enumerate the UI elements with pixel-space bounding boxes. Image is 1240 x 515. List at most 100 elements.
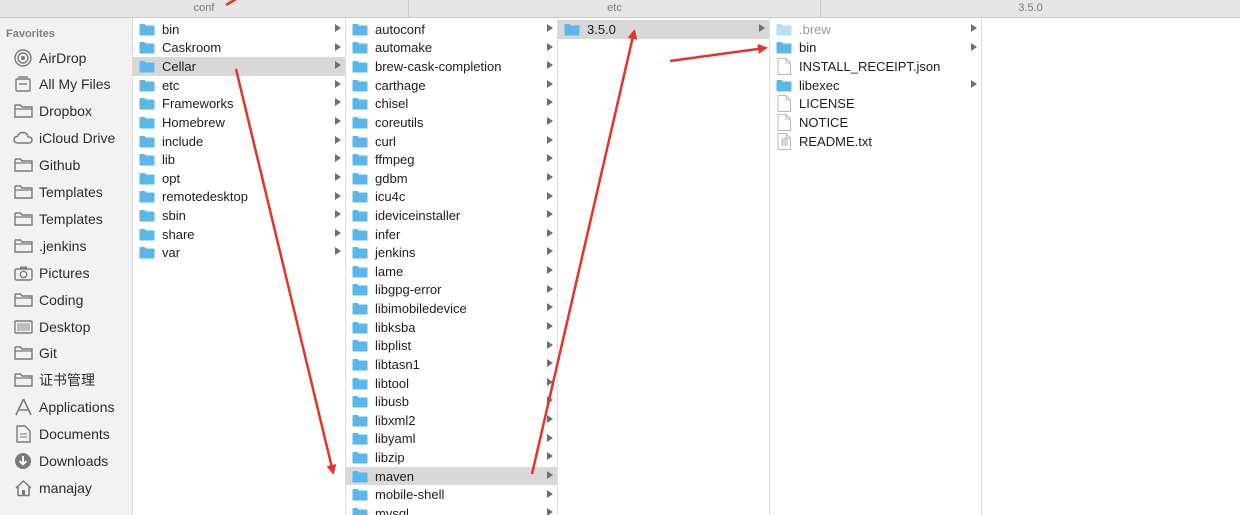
folder-row[interactable]: maven bbox=[346, 466, 557, 486]
folder-row[interactable]: carthage bbox=[346, 76, 557, 95]
chevron-right-icon bbox=[759, 24, 765, 32]
folder-row[interactable]: Caskroom bbox=[133, 39, 345, 58]
file-row[interactable]: README.txt bbox=[770, 132, 981, 151]
folder-row[interactable]: autoconf bbox=[346, 20, 557, 39]
folder-row[interactable]: icu4c bbox=[346, 188, 557, 207]
item-name: libksba bbox=[375, 319, 416, 335]
folder-row[interactable]: 3.5.0 bbox=[558, 20, 769, 39]
folder-icon bbox=[346, 228, 375, 241]
column-maven[interactable]: 3.5.0 bbox=[558, 18, 770, 515]
chevron-right-icon bbox=[547, 266, 553, 275]
sidebar-item-git[interactable]: Git bbox=[0, 340, 133, 367]
file-row[interactable]: INSTALL_RECEIPT.json bbox=[770, 57, 981, 76]
folder-row[interactable]: bin bbox=[133, 20, 345, 39]
folder-row[interactable]: mobile-shell bbox=[346, 486, 557, 505]
item-name: LICENSE bbox=[799, 96, 855, 112]
sidebar-item-applications[interactable]: Applications bbox=[0, 394, 133, 421]
tab-etc[interactable]: etc bbox=[409, 0, 821, 18]
folder-row[interactable]: libexec bbox=[770, 76, 981, 95]
tab-conf[interactable]: conf bbox=[0, 0, 409, 18]
folder-row[interactable]: lame bbox=[346, 262, 557, 281]
sidebar-item-dropbox[interactable]: Dropbox bbox=[0, 98, 133, 125]
folder-icon bbox=[558, 23, 587, 36]
folder-row[interactable]: ffmpeg bbox=[346, 150, 557, 169]
sidebar-item-coding[interactable]: Coding bbox=[0, 286, 133, 313]
folder-row[interactable]: libxml2 bbox=[346, 411, 557, 430]
item-name: carthage bbox=[375, 77, 426, 93]
sidebar-item-label: 证书管理 bbox=[39, 372, 95, 389]
sidebar-item-label: Desktop bbox=[39, 318, 91, 335]
folder-row[interactable]: brew-cask-completion bbox=[346, 57, 557, 76]
file-row[interactable]: LICENSE bbox=[770, 94, 981, 113]
sidebar-item-all-my-files[interactable]: All My Files bbox=[0, 71, 133, 98]
folder-icon bbox=[133, 172, 162, 185]
folder-row[interactable]: mysql bbox=[346, 504, 557, 515]
folder-row[interactable]: infer bbox=[346, 225, 557, 244]
sidebar-item-documents[interactable]: Documents bbox=[0, 421, 133, 448]
folder-row[interactable]: libtool bbox=[346, 374, 557, 393]
folder-icon bbox=[133, 41, 162, 54]
folder-row[interactable]: include bbox=[133, 132, 345, 151]
sidebar-item-downloads[interactable]: Downloads bbox=[0, 448, 133, 475]
folder-row[interactable]: remotedesktop bbox=[133, 188, 345, 207]
folder-row[interactable]: jenkins bbox=[346, 243, 557, 262]
folder-row[interactable]: libusb bbox=[346, 392, 557, 411]
folder-row[interactable]: opt bbox=[133, 169, 345, 188]
folder-icon bbox=[346, 209, 375, 222]
folder-row[interactable]: ideviceinstaller bbox=[346, 206, 557, 225]
folder-row[interactable]: coreutils bbox=[346, 113, 557, 132]
folder-row[interactable]: Cellar bbox=[133, 57, 345, 76]
folder-row[interactable]: curl bbox=[346, 132, 557, 151]
folder-row[interactable]: libyaml bbox=[346, 430, 557, 449]
folder-icon bbox=[346, 470, 375, 483]
sidebar-item-[interactable]: 证书管理 bbox=[0, 367, 133, 394]
file-row[interactable]: NOTICE bbox=[770, 113, 981, 132]
sidebar-item-jenkins[interactable]: .jenkins bbox=[0, 232, 133, 259]
column-cellar[interactable]: autoconf automake brew-cask-completion cart… bbox=[346, 18, 558, 515]
folder-row[interactable]: libzip bbox=[346, 448, 557, 467]
folder-row[interactable]: bin bbox=[770, 39, 981, 58]
folder-row[interactable]: sbin bbox=[133, 206, 345, 225]
folder-icon bbox=[346, 135, 375, 148]
folder-icon bbox=[13, 155, 33, 175]
column-3-5-0[interactable]: .brew bin INSTALL_RECEIPT.json libexec LICEN… bbox=[770, 18, 982, 515]
sidebar-item-label: Documents bbox=[39, 426, 110, 443]
folder-row[interactable]: share bbox=[133, 225, 345, 244]
sidebar-item-manajay[interactable]: manajay bbox=[0, 474, 133, 501]
chevron-right-icon bbox=[547, 377, 553, 386]
folder-row[interactable]: var bbox=[133, 243, 345, 262]
folder-row[interactable]: automake bbox=[346, 39, 557, 58]
item-name: gdbm bbox=[375, 170, 408, 186]
sidebar-item-pictures[interactable]: Pictures bbox=[0, 259, 133, 286]
sidebar-item-icloud-drive[interactable]: iCloud Drive bbox=[0, 125, 133, 152]
folder-row[interactable]: Frameworks bbox=[133, 94, 345, 113]
folder-row[interactable]: libtasn1 bbox=[346, 355, 557, 374]
sidebar-item-templates[interactable]: Templates bbox=[0, 179, 133, 206]
folder-row[interactable]: Homebrew bbox=[133, 113, 345, 132]
chevron-right-icon bbox=[547, 489, 553, 498]
item-name: automake bbox=[375, 40, 433, 56]
folder-row[interactable]: .brew bbox=[770, 20, 981, 39]
folder-row[interactable]: libplist bbox=[346, 337, 557, 356]
sidebar-item-templates[interactable]: Templates bbox=[0, 205, 133, 232]
folder-row[interactable]: libgpg-error bbox=[346, 281, 557, 300]
folder-row[interactable]: lib bbox=[133, 150, 345, 169]
folder-row[interactable]: libksba bbox=[346, 318, 557, 337]
chevron-right-icon bbox=[335, 98, 341, 107]
folder-icon bbox=[346, 23, 375, 36]
chevron-right-icon bbox=[547, 340, 553, 349]
item-name: libusb bbox=[375, 394, 409, 410]
chevron-right-icon bbox=[335, 191, 341, 200]
folder-row[interactable]: etc bbox=[133, 76, 345, 95]
column-usr-local[interactable]: bin Caskroom Cellar etc Frameworks Homebrew in… bbox=[133, 18, 346, 515]
item-name: README.txt bbox=[799, 133, 872, 149]
sidebar-item-airdrop[interactable]: AirDrop bbox=[0, 44, 133, 71]
chevron-right-icon bbox=[335, 228, 341, 237]
folder-row[interactable]: chisel bbox=[346, 94, 557, 113]
folder-row[interactable]: gdbm bbox=[346, 169, 557, 188]
sidebar-item-github[interactable]: Github bbox=[0, 152, 133, 179]
chevron-right-icon bbox=[547, 42, 553, 51]
folder-row[interactable]: libimobiledevice bbox=[346, 299, 557, 318]
sidebar-item-desktop[interactable]: Desktop bbox=[0, 313, 133, 340]
tab-3-5-0[interactable]: 3.5.0 bbox=[821, 0, 1240, 18]
